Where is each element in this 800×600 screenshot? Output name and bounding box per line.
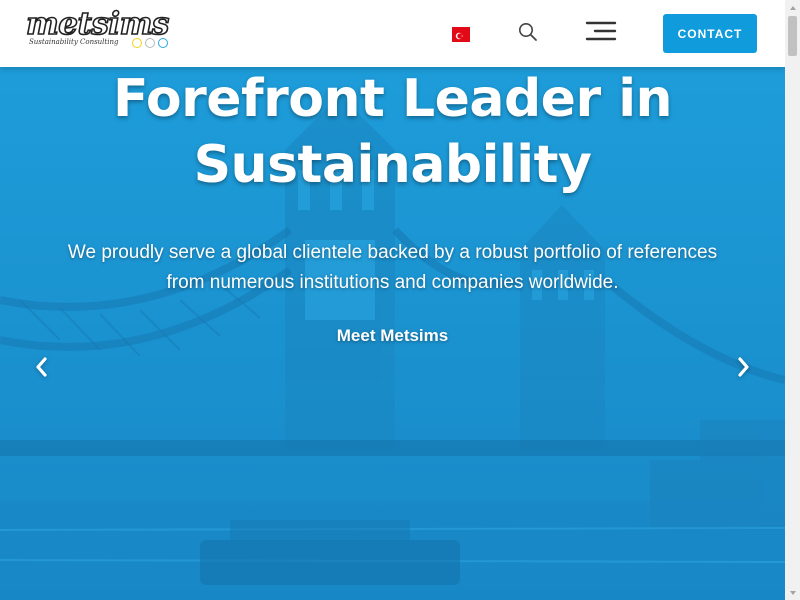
scroll-up-arrow-icon[interactable] (785, 0, 800, 15)
hero-cta-wrapper: Meet Metsims (0, 326, 785, 346)
hero-title-line-1: Forefront Leader in (112, 69, 673, 129)
turkey-flag-icon[interactable] (452, 27, 470, 42)
search-icon[interactable] (518, 22, 538, 42)
scrollbar-thumb[interactable] (788, 16, 797, 56)
logo-dot-blue (158, 38, 168, 48)
logo-dot-yellow (132, 38, 142, 48)
logo-wordmark: metsims (25, 5, 170, 43)
page-scrollbar[interactable] (785, 0, 800, 600)
hero-subtitle-line-1: We proudly serve a global clientele back… (67, 242, 718, 263)
hero-subtitle-line-2: from numerous institutions and companies… (166, 272, 619, 293)
chevron-right-icon (738, 357, 749, 377)
slider-next-button[interactable] (729, 352, 759, 382)
logo-dot-gray (145, 38, 155, 48)
hero-slider: Forefront Leader in Sustainability We pr… (0, 0, 785, 600)
metsims-logo[interactable]: metsims Sustainability Consulting (25, 5, 176, 52)
hamburger-menu-icon[interactable] (585, 20, 617, 42)
hero-title-line-2: Sustainability (193, 135, 592, 195)
chevron-left-icon (36, 357, 47, 377)
slider-prev-button[interactable] (26, 352, 56, 382)
logo-tagline: Sustainability Consulting (29, 38, 119, 46)
hero-title: Forefront Leader in Sustainability (0, 66, 785, 198)
scroll-down-arrow-icon[interactable] (785, 585, 800, 600)
site-header: metsims Sustainability Consulting CONTAC… (0, 0, 785, 67)
contact-button[interactable]: CONTACT (663, 14, 757, 53)
meet-metsims-link[interactable]: Meet Metsims (337, 326, 448, 345)
hero-subtitle: We proudly serve a global clientele back… (50, 238, 735, 298)
logo-dots (132, 38, 168, 48)
